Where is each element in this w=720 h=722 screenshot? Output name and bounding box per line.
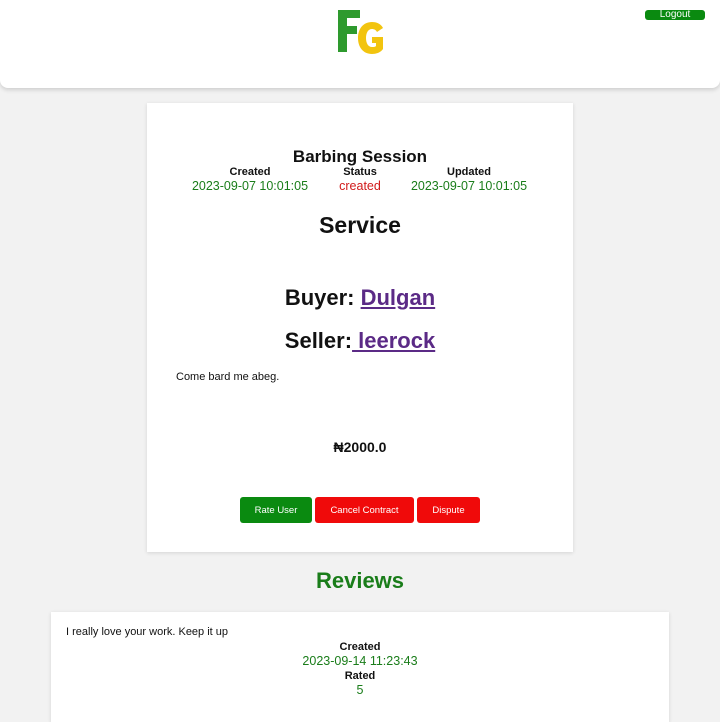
created-value: 2023-09-07 10:01:05	[191, 179, 309, 193]
seller-label: Seller:	[284, 328, 353, 353]
service-description: Come bard me abeg.	[176, 371, 280, 383]
review-card: I really love your work. Keep it up Crea…	[51, 612, 669, 722]
price: ₦2000.0	[333, 439, 387, 455]
seller-line: Seller: leerock	[147, 328, 573, 354]
service-heading: Service	[319, 212, 401, 238]
buyer-label: Buyer:	[284, 285, 361, 310]
status-value: created	[339, 179, 381, 193]
fg-logo[interactable]	[336, 8, 386, 56]
review-rated-label: Rated	[344, 670, 376, 682]
status-label: Status	[343, 166, 377, 178]
review-text: I really love your work. Keep it up	[66, 626, 229, 638]
reviews-heading: Reviews	[315, 568, 405, 593]
updated-label: Updated	[447, 166, 491, 178]
rate-user-button[interactable]: Rate User	[240, 497, 312, 523]
dispute-button[interactable]: Dispute	[417, 497, 480, 523]
updated-meta: Updated 2023-09-07 10:01:05	[408, 166, 530, 193]
buyer-line: Buyer: Dulgan	[147, 285, 573, 311]
status-meta: Status created	[315, 166, 405, 193]
review-rated-value: 5	[356, 683, 364, 697]
review-rated-meta: Rated 5	[51, 670, 669, 697]
review-created-label: Created	[339, 641, 381, 653]
updated-value: 2023-09-07 10:01:05	[410, 179, 528, 193]
seller-link[interactable]: leerock	[352, 328, 435, 353]
review-created-value: 2023-09-14 11:23:43	[302, 654, 418, 668]
contract-card: Barbing Session Created 2023-09-07 10:01…	[147, 103, 573, 552]
cancel-contract-button[interactable]: Cancel Contract	[315, 497, 414, 523]
buyer-link[interactable]: Dulgan	[361, 285, 436, 310]
logout-button[interactable]: Logout	[645, 10, 705, 20]
session-title: Barbing Session	[292, 147, 428, 166]
top-header: Logout	[0, 0, 720, 88]
created-label: Created	[229, 166, 271, 178]
review-created-meta: Created 2023-09-14 11:23:43	[51, 641, 669, 668]
created-meta: Created 2023-09-07 10:01:05	[189, 166, 311, 193]
